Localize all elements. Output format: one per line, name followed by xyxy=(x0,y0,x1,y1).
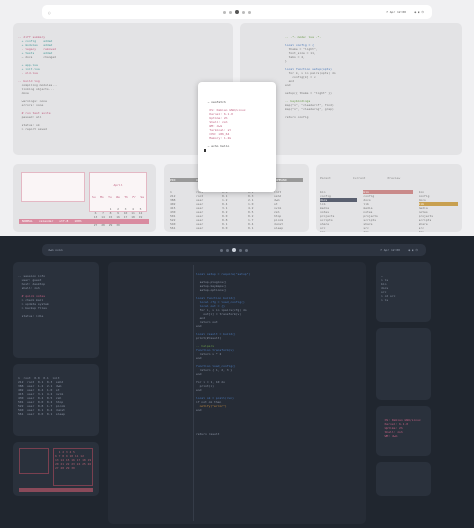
text-line: status: idle xyxy=(18,314,44,318)
light-topbar: ○ 7 Apr 12:00 ◉ ◐ ⏻ xyxy=(42,5,432,19)
dark-workspace-5[interactable] xyxy=(245,248,248,252)
file-item[interactable]: tmp xyxy=(419,230,458,232)
weekday: Th xyxy=(124,195,128,199)
status-item: 100% xyxy=(74,219,82,223)
table-row[interactable]: 561 user 0.0 0.1 sleep xyxy=(18,412,94,416)
code-content[interactable]: local setup = require("setup") setup.plu… xyxy=(196,268,360,436)
current-list[interactable]: bin config docs lib media notes projects script… xyxy=(363,190,413,232)
file-tree[interactable] xyxy=(114,265,194,521)
calendar-weeks: 1234567891011121314151617181920212223242… xyxy=(92,207,144,227)
clock: 7 Apr 12:00 xyxy=(386,10,406,14)
status-item: utf-8 xyxy=(59,219,69,223)
dark-desktop: dwm nvim 7 Apr 12:00 ◉ ◐ ⏻ -- session in… xyxy=(0,236,474,528)
table-cell: 0.0 xyxy=(222,226,228,230)
system-tray[interactable]: ◉ ◐ ⏻ xyxy=(414,10,424,14)
text-line: > report saved xyxy=(18,127,47,131)
workspace-2[interactable] xyxy=(229,10,232,14)
dark-sysinfo-window[interactable]: OS: Debian GNU/Linux Kernel: 6.1.0 Uptim… xyxy=(376,406,431,456)
text-line: ~ echo hello xyxy=(204,144,230,148)
dark-notes-panel xyxy=(19,448,49,474)
search-icon[interactable]: ○ xyxy=(48,10,50,15)
editor-left-content: -- diff summary + config added + modules… xyxy=(18,35,228,131)
status-line: NORMAL calendar utf-8 100% xyxy=(19,219,149,224)
table-cell: 0.1 xyxy=(248,226,254,230)
table-row[interactable]: 561 user 0.0 0.1 sleep xyxy=(170,226,303,230)
dark-topbar: dwm nvim 7 Apr 12:00 ◉ ◐ ⏻ xyxy=(42,244,426,256)
code-editor-window[interactable]: local setup = require("setup") setup.plu… xyxy=(108,262,366,524)
calendar-title: April xyxy=(113,183,123,187)
file-item[interactable]: tmp xyxy=(363,230,412,232)
table-cell: 561 xyxy=(170,226,176,230)
dark-process-table: 1 root 0.0 0.1 init 212 root 0.1 0.3 sshd… xyxy=(18,376,94,416)
calendar-window[interactable]: April Su Mo Tu We Th Fr Sa 1 2 3 4 5 6 7 8 9 10 11 12 13 14… xyxy=(13,164,156,232)
workspace-4[interactable] xyxy=(242,10,245,14)
dark-workspace-3[interactable] xyxy=(232,248,236,252)
weekday: We xyxy=(116,195,120,199)
floating-terminal[interactable]: ~ neofetch OS: Debian GNU/Linux Kernel: … xyxy=(198,82,276,192)
dark-calendar-grid: 1 2 3 4 56 7 8 9 10 11 12 13 14 15 16 17 … xyxy=(53,448,93,486)
status-item: calendar xyxy=(38,219,54,223)
dark-clock: 7 Apr 12:00 xyxy=(380,248,400,252)
dark-status-line xyxy=(19,488,93,492)
status-item: NORMAL xyxy=(22,219,33,223)
dark-empty-window[interactable] xyxy=(376,462,431,496)
column-title: Parent xyxy=(320,176,331,180)
workspace-5[interactable] xyxy=(248,10,251,14)
dark-workspace-1[interactable] xyxy=(220,248,223,252)
calendar-weekdays: Su Mo Tu We Th Fr Sa xyxy=(92,195,144,199)
weekday: Tu xyxy=(108,195,112,199)
weekday: Mo xyxy=(100,195,104,199)
text-line: return config xyxy=(285,115,309,119)
dark-workspace-4[interactable] xyxy=(239,248,242,252)
process-table-body: 1 root 0.0 0.1 init 212 root 0.1 0.3 sshd 388 user 1… xyxy=(170,190,303,230)
workspace-3[interactable] xyxy=(235,10,239,14)
dark-shell-window[interactable]: ~ > ls bin docs src > cd src > ls xyxy=(376,262,431,322)
dark-shell-content: ~ > ls bin docs src > cd src > ls xyxy=(381,274,426,302)
table-cell: sleep xyxy=(274,226,284,230)
table-cell: user xyxy=(196,226,204,230)
dark-list-window[interactable] xyxy=(376,328,431,400)
notes-panel xyxy=(21,172,85,202)
column-title: Current xyxy=(352,176,366,180)
terminal-cursor xyxy=(204,148,206,152)
weekday: Su xyxy=(92,195,96,199)
text-line: > ls xyxy=(381,298,389,302)
weekday: Fr xyxy=(132,195,136,199)
dark-notes-content: -- session info user: guest host: deskto… xyxy=(18,274,94,318)
workspace-indicator xyxy=(223,10,251,14)
dark-workspace-indicator xyxy=(220,248,248,252)
column-header: PID xyxy=(170,178,176,182)
parent-list[interactable]: bin config docs lib media notes projects script… xyxy=(320,190,358,232)
preview-list: bin config docs lib media notes projects script… xyxy=(418,190,458,232)
calendar-week: 27 28 29 30 xyxy=(55,466,81,470)
dark-process-window[interactable]: 1 root 0.0 0.1 init 212 root 0.1 0.3 sshd… xyxy=(13,364,99,436)
file-manager-columns: Parent Current Preview xyxy=(320,176,458,180)
weekday: Sa xyxy=(140,195,144,199)
column-header: COMMAND xyxy=(274,178,287,182)
dark-calendar-window[interactable]: 1 2 3 4 56 7 8 9 10 11 12 13 14 15 16 17 … xyxy=(13,442,99,496)
text-line: WM: dwm xyxy=(381,434,398,438)
dark-notes-window[interactable]: -- session info user: guest host: deskto… xyxy=(13,262,99,358)
file-item[interactable]: tmp xyxy=(320,230,357,232)
editor-right-content: -- -*- mode: lua -*- local config = { the… xyxy=(245,35,457,119)
dark-system-tray[interactable]: ◉ ◐ ⏻ xyxy=(408,248,418,252)
workspace-1[interactable] xyxy=(223,10,226,14)
window-title: dwm nvim xyxy=(48,248,63,252)
dark-workspace-2[interactable] xyxy=(226,248,229,252)
file-manager-window[interactable]: Parent Current Preview bin config docs lib med… xyxy=(316,164,462,232)
terminal-output: ~ neofetch OS: Debian GNU/Linux Kernel: … xyxy=(204,100,270,148)
calendar-grid: April Su Mo Tu We Th Fr Sa 1 2 3 4 5 6 7 8 9 10 11 12 13 14… xyxy=(89,172,147,227)
light-desktop: ○ 7 Apr 12:00 ◉ ◐ ⏻ -- diff summary + co… xyxy=(0,0,474,236)
text-line: return result xyxy=(196,432,220,436)
dark-sysinfo-content: OS: Debian GNU/Linux Kernel: 6.1.0 Uptim… xyxy=(381,418,426,438)
column-title: Preview xyxy=(387,176,401,180)
